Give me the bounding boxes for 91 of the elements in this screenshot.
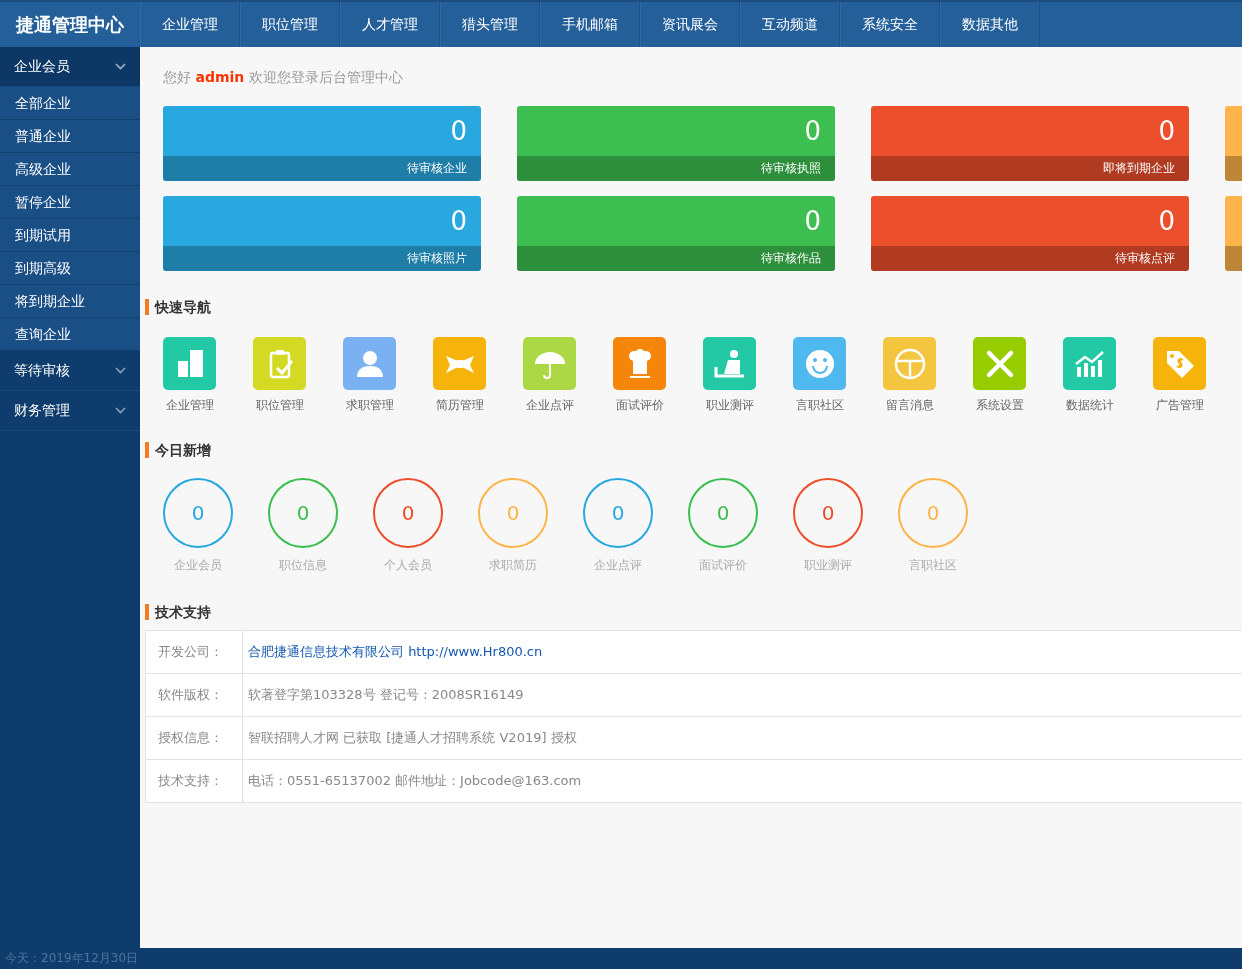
shortcut-label[interactable]: 职位管理 — [255, 396, 304, 414]
stat-label: 待审核执照 — [761, 161, 821, 175]
stat-label: 待审核点评 — [1115, 251, 1175, 265]
count-circle: 0 — [268, 478, 338, 548]
count-circle: 0 — [163, 478, 233, 548]
shortcut-label[interactable]: 面试评价 — [615, 396, 664, 414]
stat-count: 0 — [1158, 116, 1175, 146]
shortcut-label[interactable]: 简历管理 — [435, 396, 484, 414]
info-value: 软著登字第103328号 登记号：2008SR16149 — [248, 687, 524, 703]
count-circle: 0 — [688, 478, 758, 548]
stat-label: 待审核企业 — [407, 161, 467, 175]
company-link[interactable]: 合肥捷通信息技术有限公司 http://www.Hr800.cn — [248, 644, 543, 660]
section-title: 技术支持 — [145, 604, 1242, 620]
nav-tab[interactable]: 数据其他 — [940, 2, 1040, 47]
sidebar-group[interactable]: 企业会员 — [0, 47, 140, 87]
shortcut-tile[interactable] — [163, 337, 216, 390]
shortcut-tile[interactable] — [793, 337, 846, 390]
sidebar-item[interactable]: 普通企业 — [0, 120, 140, 153]
sidebar-item[interactable]: 暂停企业 — [0, 186, 140, 219]
nav-tab[interactable]: 互动频道 — [740, 2, 840, 47]
info-label: 授权信息： — [158, 730, 223, 746]
count-label: 言职社区 — [909, 557, 957, 574]
stat-count: 0 — [1158, 206, 1175, 236]
shortcut-tile[interactable] — [523, 337, 576, 390]
count-label: 职位信息 — [279, 557, 327, 574]
info-label: 技术支持： — [158, 773, 223, 789]
sidebar-item[interactable]: 全部企业 — [0, 87, 140, 120]
status-bar: 今天：2019年12月30日 — [0, 948, 1242, 969]
stat-count: 0 — [804, 206, 821, 236]
circle-icon — [892, 346, 927, 381]
stat-card[interactable]: 0 待审核作品 — [517, 196, 835, 271]
count-circle: 0 — [373, 478, 443, 548]
stat-card[interactable]: 0 待审核企业 — [163, 106, 481, 181]
stat-card[interactable]: 0 待审核照片 — [163, 196, 481, 271]
info-label: 开发公司： — [158, 644, 223, 660]
shortcut-tile[interactable] — [883, 337, 936, 390]
sidebar-item[interactable]: 高级企业 — [0, 153, 140, 186]
stat-label: 即将到期企业 — [1103, 161, 1175, 175]
count-label: 个人会员 — [384, 557, 432, 574]
count-label: 职业测评 — [804, 557, 852, 574]
shortcut-tile[interactable] — [253, 337, 306, 390]
sidebar-item[interactable]: 将到期企业 — [0, 285, 140, 318]
nav-tab[interactable]: 手机邮箱 — [540, 2, 640, 47]
stat-card[interactable]: 0 待审核执照 — [517, 106, 835, 181]
shortcut-tile[interactable] — [433, 337, 486, 390]
count-circle: 0 — [793, 478, 863, 548]
count-circle: 0 — [898, 478, 968, 548]
shortcut-label[interactable]: 数据统计 — [1065, 396, 1114, 414]
shortcut-tile[interactable] — [613, 337, 666, 390]
shortcut-label[interactable]: 广告管理 — [1155, 396, 1204, 414]
shortcut-label[interactable]: 系统设置 — [975, 396, 1024, 414]
shortcut-tile[interactable] — [343, 337, 396, 390]
stat-count: 0 — [450, 116, 467, 146]
shortcut-label[interactable]: 企业管理 — [165, 396, 214, 414]
shortcut-tile[interactable] — [703, 337, 756, 390]
info-value: 智联招聘人才网 已获取 [捷通人才招聘系统 V2019] 授权 — [248, 730, 577, 746]
count-circle: 0 — [583, 478, 653, 548]
nav-tab[interactable]: 人才管理 — [340, 2, 440, 47]
sidebar-item[interactable]: 到期高级 — [0, 252, 140, 285]
brand-title: 捷通管理中心 — [15, 13, 125, 37]
info-value: 电话：0551-65137002 邮件地址：Jobcode@163.com — [248, 773, 582, 789]
count-label: 面试评价 — [699, 557, 747, 574]
shortcut-label[interactable]: 言职社区 — [795, 396, 844, 414]
nav-tab[interactable]: 资讯展会 — [640, 2, 740, 47]
welcome-text: 您好 admin 欢迎您登录后台管理中心 — [163, 68, 404, 87]
shortcut-label[interactable]: 企业点评 — [525, 396, 574, 414]
nav-tab[interactable]: 系统安全 — [840, 2, 940, 47]
stat-card[interactable]: 0 即将到期企业 — [871, 106, 1189, 181]
stat-count: 0 — [804, 116, 821, 146]
count-circle: 0 — [478, 478, 548, 548]
shortcut-label[interactable]: 职业测评 — [705, 396, 754, 414]
stat-card[interactable]: 0 待审核点评 — [871, 196, 1189, 271]
shortcut-label[interactable]: 留言消息 — [885, 396, 934, 414]
count-label: 企业会员 — [174, 557, 222, 574]
stat-label: 待审核作品 — [761, 251, 821, 265]
shortcut-tile[interactable] — [973, 337, 1026, 390]
stat-count: 0 — [450, 206, 467, 236]
shortcut-tile[interactable] — [1153, 337, 1206, 390]
shortcut-tile[interactable] — [1063, 337, 1116, 390]
sidebar-item[interactable]: 查询企业 — [0, 318, 140, 351]
shortcut-label[interactable]: 求职管理 — [345, 396, 394, 414]
info-label: 软件版权： — [158, 687, 223, 703]
stat-label: 待审核照片 — [407, 251, 467, 265]
nav-tab[interactable]: 猎头管理 — [440, 2, 540, 47]
nav-tab[interactable]: 企业管理 — [140, 2, 240, 47]
sidebar-item[interactable]: 到期试用 — [0, 219, 140, 252]
count-label: 求职简历 — [489, 557, 537, 574]
nav-tab[interactable]: 职位管理 — [240, 2, 340, 47]
section-title: 快速导航 — [145, 299, 1242, 315]
section-title: 今日新增 — [145, 442, 1242, 458]
count-label: 企业点评 — [594, 557, 642, 574]
